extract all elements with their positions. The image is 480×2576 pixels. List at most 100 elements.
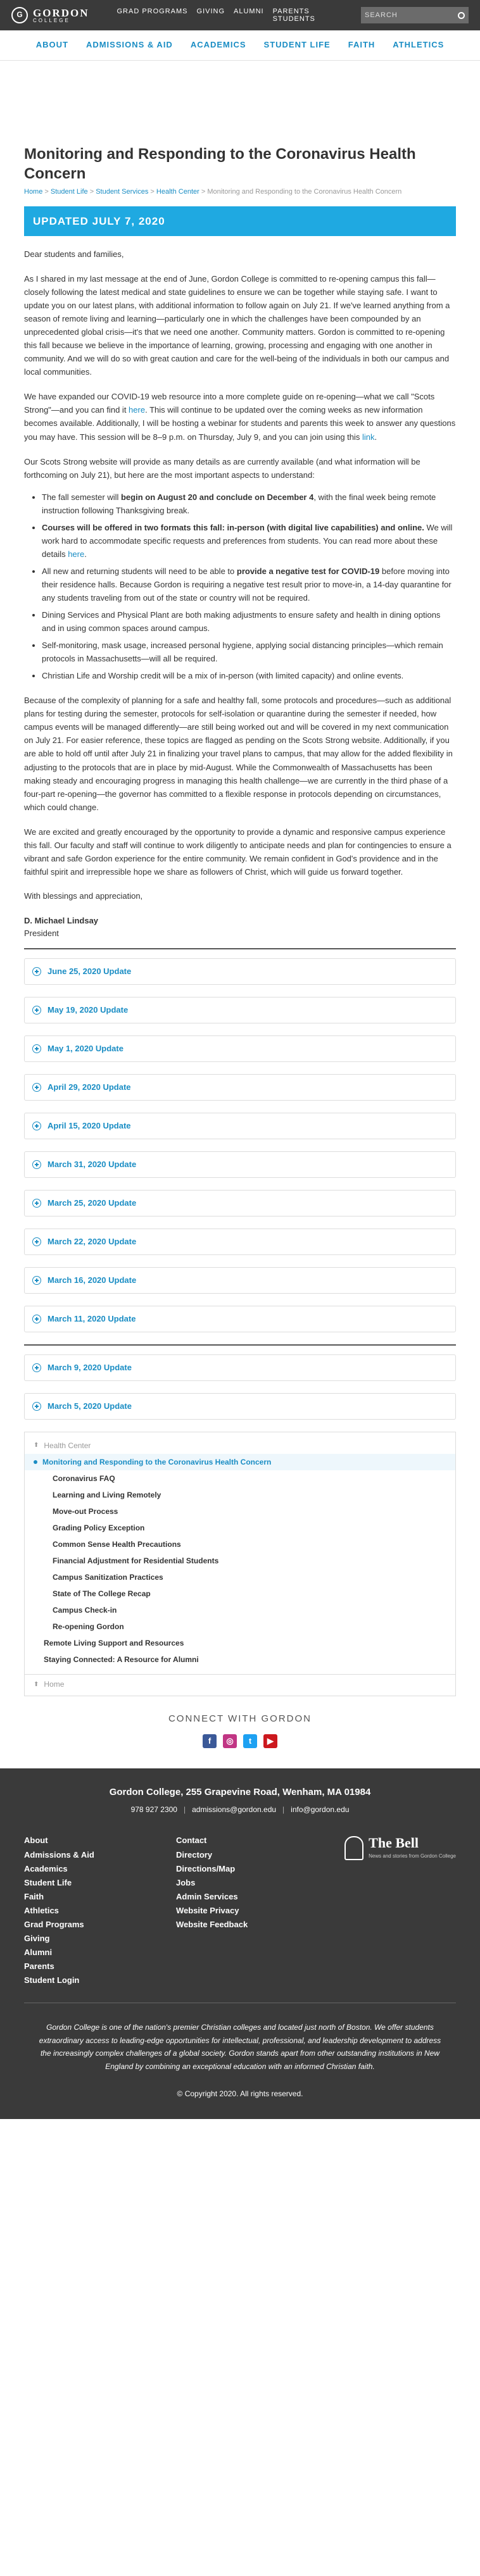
updates-accordion: June 25, 2020 Update May 19, 2020 Update… <box>24 958 456 1333</box>
accordion-item[interactable]: May 19, 2020 Update <box>24 997 456 1024</box>
text: . <box>84 549 87 559</box>
subnav-child[interactable]: Financial Adjustment for Residential Stu… <box>25 1553 455 1569</box>
accordion-item[interactable]: March 5, 2020 Update <box>24 1393 456 1420</box>
text: The fall semester will <box>42 492 121 502</box>
facebook-icon[interactable]: f <box>203 1734 217 1749</box>
current-page-icon <box>34 1460 37 1465</box>
scots-strong-link[interactable]: here <box>129 405 145 415</box>
subnav-child[interactable]: Learning and Living Remotely <box>25 1487 455 1503</box>
youtube-icon[interactable]: ▶ <box>263 1734 277 1749</box>
footer-link[interactable]: Student Life <box>24 1876 176 1890</box>
site-footer: Gordon College, 255 Grapevine Road, Wenh… <box>0 1768 480 2120</box>
bell-icon <box>344 1836 364 1861</box>
accordion-item[interactable]: June 25, 2020 Update <box>24 958 456 985</box>
footer-link[interactable]: About <box>24 1834 176 1848</box>
search-icon[interactable] <box>458 11 465 19</box>
section-subnav: ⬆ Health Center Monitoring and Responding… <box>24 1432 456 1697</box>
subnav-child[interactable]: Campus Check-in <box>25 1602 455 1618</box>
footer-links: About Admissions & Aid Academics Student… <box>24 1834 456 1987</box>
college-logo[interactable]: G GORDON COLLEGE <box>11 7 89 23</box>
breadcrumb-home[interactable]: Home <box>24 188 42 196</box>
search-input[interactable] <box>365 11 458 19</box>
footer-link[interactable]: Directory <box>176 1848 328 1862</box>
nav-grad-programs[interactable]: GRAD PROGRAMS <box>117 8 188 23</box>
breadcrumb-student-life[interactable]: Student Life <box>51 188 88 196</box>
plus-circle-icon <box>32 1006 41 1015</box>
footer-phone[interactable]: 978 927 2300 <box>131 1805 177 1814</box>
nav-student-life[interactable]: STUDENT LIFE <box>264 39 331 52</box>
accordion-item[interactable]: March 9, 2020 Update <box>24 1354 456 1382</box>
footer-link[interactable]: Athletics <box>24 1904 176 1918</box>
footer-link[interactable]: Giving <box>24 1932 176 1946</box>
accordion-item[interactable]: March 22, 2020 Update <box>24 1229 456 1256</box>
copyright: © Copyright 2020. All rights reserved. <box>177 2089 303 2099</box>
subnav-child[interactable]: Campus Sanitization Practices <box>25 1569 455 1585</box>
footer-info-email[interactable]: info@gordon.edu <box>291 1805 349 1814</box>
footer-link[interactable]: Alumni <box>24 1946 176 1960</box>
subnav-current[interactable]: Monitoring and Responding to the Coronav… <box>25 1454 455 1471</box>
course-details-link[interactable]: here <box>68 549 84 559</box>
nav-parents-students[interactable]: PARENTS STUDENTS <box>273 8 319 23</box>
footer-link[interactable]: Faith <box>24 1890 176 1904</box>
footer-link[interactable]: Grad Programs <box>24 1918 176 1932</box>
subnav-child[interactable]: Re-opening Gordon <box>25 1618 455 1635</box>
footer-link[interactable]: Directions/Map <box>176 1862 328 1876</box>
the-bell-logo[interactable]: The Bell News and stories from Gordon Co… <box>344 1836 456 1987</box>
accordion-item[interactable]: March 16, 2020 Update <box>24 1267 456 1294</box>
footer-link[interactable]: Contact <box>176 1834 328 1848</box>
footer-link[interactable]: Admissions & Aid <box>24 1848 176 1862</box>
footer-email[interactable]: admissions@gordon.edu <box>192 1805 276 1814</box>
key-points-list: The fall semester will begin on August 2… <box>42 491 456 683</box>
breadcrumb-student-services[interactable]: Student Services <box>96 188 148 196</box>
accordion-item[interactable]: March 11, 2020 Update <box>24 1306 456 1333</box>
subnav-label: Monitoring and Responding to the Coronav… <box>42 1457 272 1466</box>
accordion-item[interactable]: March 25, 2020 Update <box>24 1190 456 1217</box>
footer-link[interactable]: Parents <box>24 1960 176 1973</box>
footer-link[interactable]: Admin Services <box>176 1890 328 1904</box>
breadcrumb-health-center[interactable]: Health Center <box>156 188 199 196</box>
footer-link[interactable]: Student Login <box>24 1973 176 1987</box>
twitter-icon[interactable]: t <box>243 1734 257 1749</box>
main-nav: ABOUT ADMISSIONS & AID ACADEMICS STUDENT… <box>0 30 480 61</box>
accordion-label: May 1, 2020 Update <box>47 1043 123 1053</box>
instagram-icon[interactable]: ◎ <box>223 1734 237 1749</box>
accordion-item[interactable]: May 1, 2020 Update <box>24 1035 456 1063</box>
plus-circle-icon <box>32 1237 41 1247</box>
subnav-home[interactable]: ⬆ Home <box>25 1674 455 1691</box>
nav-academics[interactable]: ACADEMICS <box>191 39 246 52</box>
nav-admissions-aid[interactable]: ADMISSIONS & AID <box>86 39 173 52</box>
subnav-child[interactable]: Common Sense Health Precautions <box>25 1536 455 1553</box>
accordion-item[interactable]: March 31, 2020 Update <box>24 1151 456 1179</box>
nav-athletics[interactable]: ATHLETICS <box>393 39 444 52</box>
footer-link[interactable]: Website Privacy <box>176 1904 328 1918</box>
greeting: Dear students and families, <box>24 249 124 259</box>
accordion-item[interactable]: April 15, 2020 Update <box>24 1113 456 1140</box>
breadcrumb-separator: > <box>150 188 155 196</box>
footer-link[interactable]: Academics <box>24 1862 176 1876</box>
subnav-child[interactable]: Grading Policy Exception <box>25 1520 455 1536</box>
nav-giving[interactable]: GIVING <box>197 8 225 23</box>
subnav-sibling[interactable]: Remote Living Support and Resources <box>25 1635 455 1651</box>
footer-link[interactable]: Website Feedback <box>176 1918 328 1932</box>
accordion-label: May 19, 2020 Update <box>47 1004 129 1015</box>
list-item: Dining Services and Physical Plant are b… <box>42 608 456 635</box>
letter-body: Dear students and families, As I shared … <box>24 247 456 941</box>
accordion-label: March 31, 2020 Update <box>47 1159 137 1169</box>
subnav-sibling[interactable]: Staying Connected: A Resource for Alumni <box>25 1651 455 1668</box>
nav-about[interactable]: ABOUT <box>36 39 68 52</box>
subnav-child[interactable]: State of The College Recap <box>25 1585 455 1602</box>
footer-link[interactable]: Jobs <box>176 1876 328 1890</box>
subnav-parent[interactable]: ⬆ Health Center <box>25 1437 455 1454</box>
webinar-link[interactable]: link <box>362 432 375 442</box>
list-item: Christian Life and Worship credit will b… <box>42 669 456 682</box>
nav-alumni[interactable]: ALUMNI <box>234 8 264 23</box>
subnav-child[interactable]: Coronavirus FAQ <box>25 1470 455 1487</box>
closing: With blessings and appreciation, <box>24 891 143 901</box>
accordion-label: March 9, 2020 Update <box>47 1362 132 1372</box>
subnav-child[interactable]: Move-out Process <box>25 1503 455 1520</box>
accordion-label: April 29, 2020 Update <box>47 1082 131 1092</box>
accordion-item[interactable]: April 29, 2020 Update <box>24 1074 456 1101</box>
separator: | <box>282 1805 285 1815</box>
nav-faith[interactable]: FAITH <box>348 39 376 52</box>
logo-sub: COLLEGE <box>33 17 70 23</box>
